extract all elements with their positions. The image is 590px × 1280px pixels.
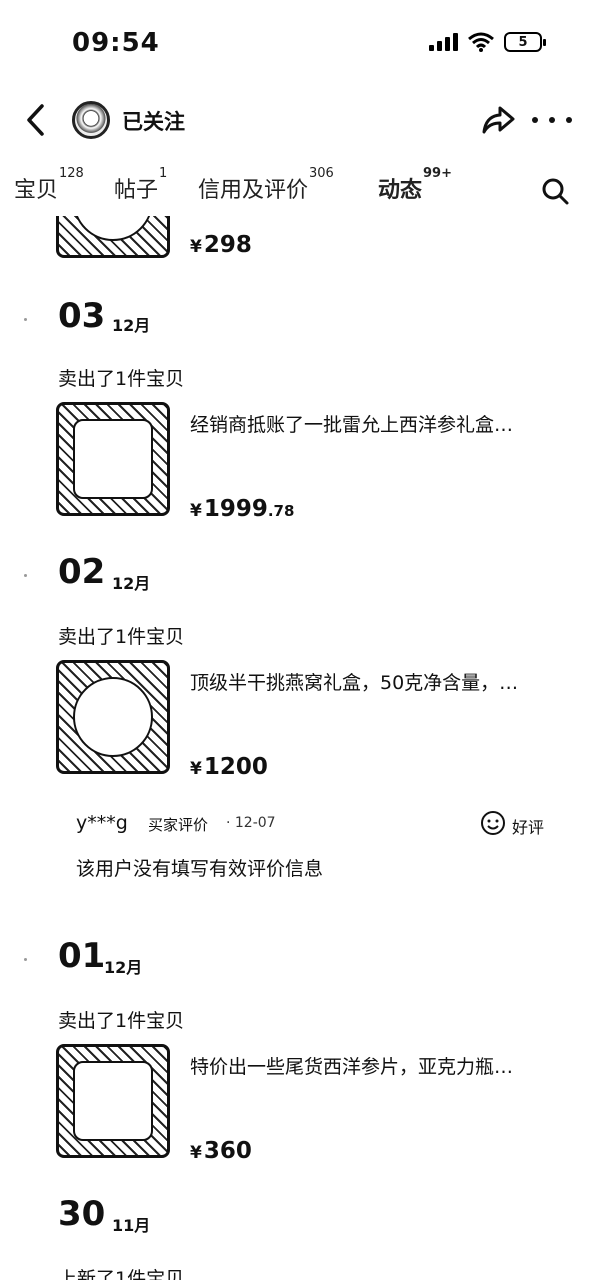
date-day: 01 [58,936,106,976]
status-icons: 5 [429,32,546,52]
date-month: 12月 [112,574,151,593]
tab-activity[interactable]: 动态99+ [378,166,452,204]
date-month: 12月 [104,958,143,977]
product-thumbnail[interactable] [56,1044,170,1158]
battery-level: 5 [518,34,528,50]
date-month: 12月 [112,316,151,335]
activity-event: 卖出了1件宝贝 [58,368,185,390]
date-day: 03 [58,296,106,336]
tab-items[interactable]: 宝贝128 [14,166,84,204]
status-bar: 09:54 5 [0,0,590,90]
product-thumbnail[interactable] [56,216,170,258]
wifi-icon [468,32,494,52]
product-title[interactable]: 特价出一些尾货西洋参片，亚克力瓶… [190,1052,570,1079]
activity-event: 卖出了1件宝贝 [58,1010,185,1032]
nav-bar: 已关注 [0,92,590,150]
cellular-signal-icon [429,33,458,51]
battery-icon: 5 [504,32,546,52]
smiley-face-icon [481,811,505,835]
status-time: 09:54 [72,28,160,58]
product-price: ¥360 [190,1138,252,1164]
tab-credit-reviews[interactable]: 信用及评价306 [198,166,334,204]
profile-tabs: 宝贝128 帖子1 信用及评价306 动态99+ [0,160,590,220]
more-options-icon[interactable] [532,104,572,136]
product-price: ¥1200 [190,754,268,780]
tab-posts[interactable]: 帖子1 [114,166,167,204]
search-icon[interactable] [540,176,570,206]
share-icon[interactable] [480,104,516,136]
review-username: y***g [76,812,128,834]
product-thumbnail[interactable] [56,660,170,774]
date-day: 30 [58,1194,106,1234]
shop-avatar[interactable] [72,101,110,139]
activity-feed: ¥298 03 12月 卖出了1件宝贝 经销商抵账了一批雷允上西洋参礼盒… ¥1… [0,216,590,1280]
product-price: ¥1999.78 [190,496,295,522]
review-tag: 买家评价 [148,816,209,834]
product-title[interactable]: 顶级半干挑燕窝礼盒，50克净含量，… [190,668,570,695]
activity-event: 卖出了1件宝贝 [58,626,185,648]
product-price: ¥298 [190,232,252,258]
back-icon[interactable] [22,102,52,138]
product-title[interactable]: 经销商抵账了一批雷允上西洋参礼盒… [190,410,570,437]
date-month: 11月 [112,1216,151,1235]
review-rating-label: 好评 [512,818,545,837]
follow-status-label[interactable]: 已关注 [122,106,185,136]
activity-event: 上新了1件宝贝 [58,1268,185,1280]
product-thumbnail[interactable] [56,402,170,516]
date-day: 02 [58,552,106,592]
review-date: · 12-07 [226,815,276,831]
review-text: 该用户没有填写有效评价信息 [76,858,324,880]
